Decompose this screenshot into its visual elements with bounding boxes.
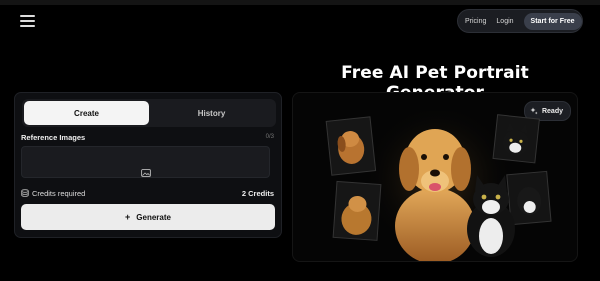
start-for-free-button[interactable]: Start for Free xyxy=(523,12,582,30)
reference-images-label: Reference Images xyxy=(21,133,86,142)
plus-icon: + xyxy=(125,212,131,222)
top-nav: Pricing Login Start for Free xyxy=(457,9,583,33)
nav-pricing-link[interactable]: Pricing xyxy=(465,18,486,25)
create-panel: Create History Reference Images 0/3 Cred… xyxy=(14,92,282,238)
reference-upload-dropzone[interactable] xyxy=(21,146,270,178)
generate-label: Generate xyxy=(136,212,171,222)
coins-icon xyxy=(21,189,29,197)
mode-tabs: Create History xyxy=(22,99,276,127)
reference-count: 0/3 xyxy=(265,134,274,140)
browser-top-edge xyxy=(0,0,600,5)
tab-history[interactable]: History xyxy=(149,101,274,125)
hamburger-icon[interactable] xyxy=(20,15,35,27)
tab-create[interactable]: Create xyxy=(24,101,149,125)
pet-portrait-collage-image xyxy=(325,111,552,261)
generate-button[interactable]: + Generate xyxy=(21,204,275,230)
image-icon xyxy=(141,169,151,177)
credits-required-label: Credits required xyxy=(32,189,86,198)
credits-value: 2 Credits xyxy=(241,189,274,198)
nav-login-link[interactable]: Login xyxy=(496,18,513,25)
preview-panel: Ready xyxy=(292,92,578,262)
